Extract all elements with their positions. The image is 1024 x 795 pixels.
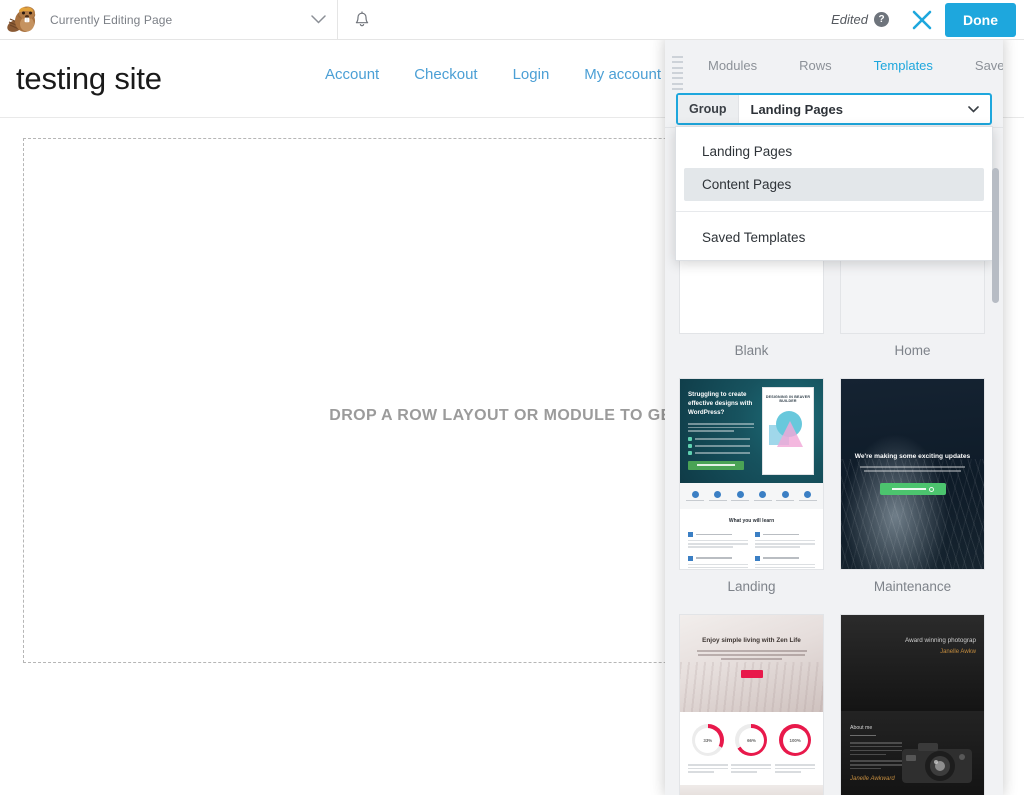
group-dropdown-menu[interactable]: Landing Pages Content Pages Saved Templa… bbox=[675, 126, 993, 261]
group-select[interactable]: Group Landing Pages bbox=[676, 93, 992, 125]
dropdown-option-saved-templates[interactable]: Saved Templates bbox=[684, 221, 984, 254]
janelle-subhead: Janelle Awkw bbox=[940, 649, 976, 655]
camera-illustration bbox=[902, 743, 972, 783]
dropdown-separator bbox=[676, 211, 992, 212]
site-nav: Account Checkout Login My account Ne bbox=[325, 66, 715, 83]
group-select-value[interactable]: Landing Pages bbox=[739, 95, 969, 123]
template-label: Blank bbox=[734, 343, 769, 358]
chevron-down-icon[interactable] bbox=[300, 0, 336, 39]
edited-label: Edited bbox=[831, 12, 868, 27]
landing-section-title: What you will learn bbox=[728, 518, 775, 524]
tab-modules[interactable]: Modules bbox=[687, 58, 778, 73]
maintenance-headline: We're making some exciting updates bbox=[854, 452, 971, 460]
tab-rows[interactable]: Rows bbox=[778, 58, 853, 73]
landing-book-title: DESIGNING IN BEAVER BUILDER bbox=[765, 395, 811, 403]
template-card-landing[interactable]: Struggling to create effective designs w… bbox=[679, 378, 824, 594]
beaver-builder-logo[interactable] bbox=[0, 0, 46, 39]
template-label: Landing bbox=[727, 579, 776, 594]
template-thumbnail[interactable]: Enjoy simple living with Zen Life 33% 66… bbox=[679, 614, 824, 795]
nav-item-account[interactable]: Account bbox=[325, 66, 379, 83]
template-label: Maintenance bbox=[873, 579, 952, 594]
group-select-label: Group bbox=[678, 95, 739, 123]
landing-headline: Struggling to create effective designs w… bbox=[688, 391, 753, 416]
panel-tabs: Modules Rows Templates Saved bbox=[687, 58, 1003, 73]
template-card-maintenance[interactable]: We're making some exciting updates Maint… bbox=[840, 378, 985, 594]
bell-icon[interactable] bbox=[342, 0, 382, 39]
zen-progress-circle: 33% bbox=[691, 724, 724, 756]
zen-progress-circle: 66% bbox=[735, 724, 768, 756]
panel-header: Modules Rows Templates Saved Group Landi… bbox=[665, 38, 1003, 128]
edited-status: Edited ? bbox=[831, 12, 899, 27]
panel-scrollbar-thumb[interactable] bbox=[992, 168, 999, 303]
janelle-about-label: About me bbox=[850, 725, 873, 731]
admin-bar-title: Currently Editing Page bbox=[50, 12, 173, 27]
template-card-zen-life[interactable]: Enjoy simple living with Zen Life 33% 66… bbox=[679, 614, 824, 795]
zen-progress-value: 100% bbox=[782, 727, 808, 753]
tab-templates[interactable]: Templates bbox=[853, 58, 954, 73]
template-thumbnail[interactable]: Struggling to create effective designs w… bbox=[679, 378, 824, 570]
builder-panel: Modules Rows Templates Saved Group Landi… bbox=[665, 35, 1003, 795]
admin-bar-actions: Edited ? Done bbox=[831, 0, 1024, 39]
template-card-janelle-awkward[interactable]: Award winning photograp Janelle Awkw Abo… bbox=[840, 614, 985, 795]
zen-headline: Enjoy simple living with Zen Life bbox=[702, 637, 801, 644]
site-title: testing site bbox=[16, 60, 162, 96]
chevron-down-icon[interactable] bbox=[968, 95, 990, 123]
nav-item-my-account[interactable]: My account bbox=[584, 66, 661, 83]
zen-progress-value: 66% bbox=[738, 727, 764, 753]
admin-bar-divider bbox=[337, 0, 338, 39]
template-thumbnail[interactable]: We're making some exciting updates bbox=[840, 378, 985, 570]
janelle-headline: Award winning photograp bbox=[905, 637, 976, 644]
dropdown-option-landing-pages[interactable]: Landing Pages bbox=[684, 135, 984, 168]
question-mark-icon[interactable]: ? bbox=[874, 12, 889, 27]
nav-item-login[interactable]: Login bbox=[513, 66, 550, 83]
drag-grip-icon[interactable] bbox=[672, 56, 683, 90]
tab-saved[interactable]: Saved bbox=[954, 58, 1003, 73]
close-x-icon[interactable] bbox=[899, 0, 945, 39]
nav-item-checkout[interactable]: Checkout bbox=[414, 66, 477, 83]
done-button[interactable]: Done bbox=[945, 2, 1016, 37]
zen-progress-value: 33% bbox=[695, 727, 721, 753]
template-label: Home bbox=[894, 343, 931, 358]
zen-progress-circle: 100% bbox=[779, 724, 812, 756]
admin-bar: Currently Editing Page Edited ? Done bbox=[0, 0, 1024, 40]
template-thumbnail[interactable]: Award winning photograp Janelle Awkw Abo… bbox=[840, 614, 985, 795]
dropdown-option-content-pages[interactable]: Content Pages bbox=[684, 168, 984, 201]
